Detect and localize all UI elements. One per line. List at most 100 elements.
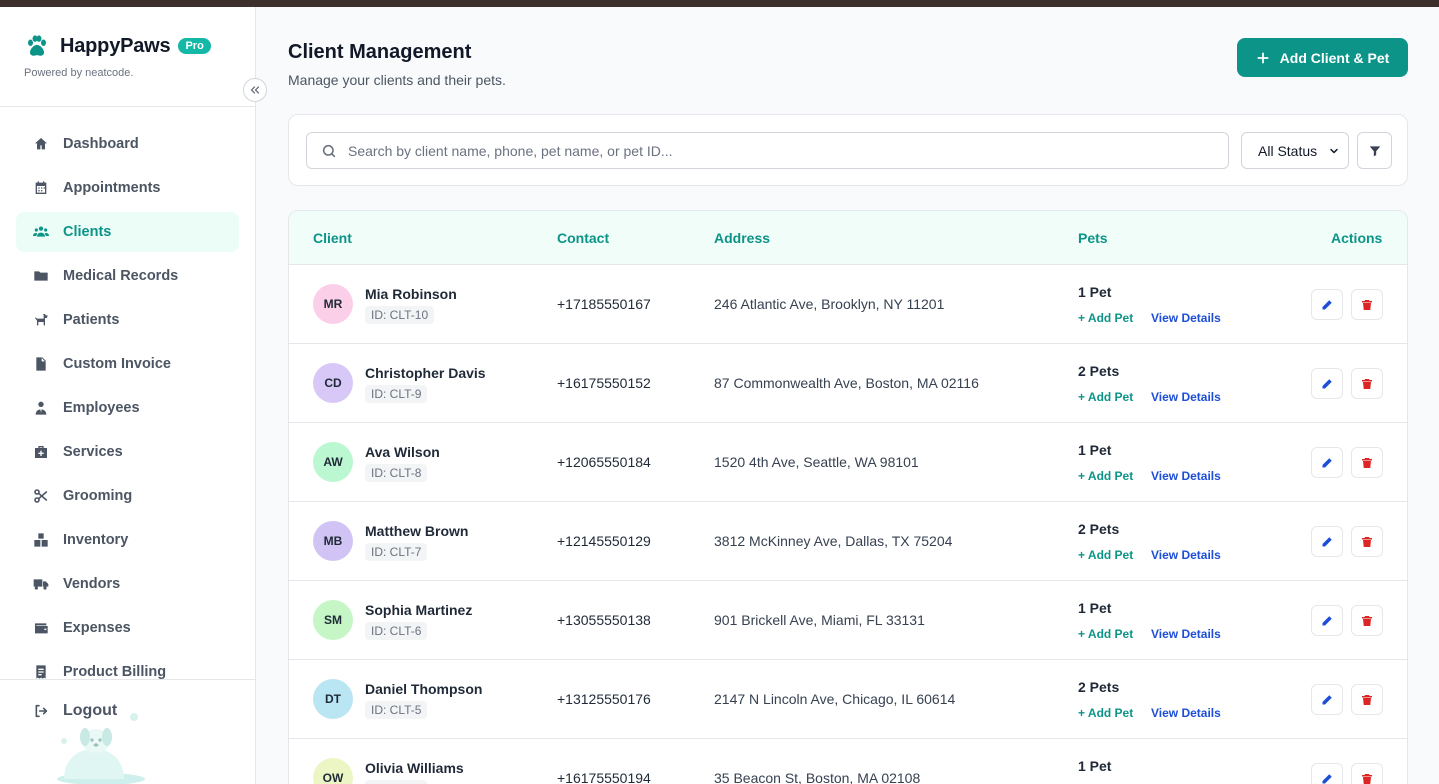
pet-count: 1 Pet xyxy=(1078,284,1112,300)
user-tie-icon xyxy=(33,400,49,416)
client-id-badge: ID: CLT-7 xyxy=(365,543,428,561)
edit-client-button[interactable] xyxy=(1311,368,1343,399)
client-address: 35 Beacon St, Boston, MA 02108 xyxy=(714,770,921,784)
home-icon xyxy=(33,136,49,152)
client-name: Olivia Williams xyxy=(365,760,464,776)
collapse-sidebar-button[interactable] xyxy=(243,78,267,102)
sidebar-item-custom-invoice[interactable]: Custom Invoice xyxy=(16,344,239,384)
truck-icon xyxy=(33,576,49,592)
column-header-address: Address xyxy=(714,230,771,246)
edit-client-button[interactable] xyxy=(1311,526,1343,557)
client-address: 901 Brickell Ave, Miami, FL 33131 xyxy=(714,612,925,628)
pencil-icon xyxy=(1322,694,1332,704)
sidebar-item-services[interactable]: Services xyxy=(16,432,239,472)
client-phone: +12145550129 xyxy=(557,533,651,549)
table-row: AW Ava Wilson ID: CLT-8 +12065550184 1520 4t… xyxy=(289,423,1407,502)
column-header-contact: Contact xyxy=(557,230,610,246)
sidebar: HappyPaws Pro Powered by neatcode. Dashb… xyxy=(0,7,256,784)
avatar: OW xyxy=(313,758,353,784)
add-client-pet-button[interactable]: Add Client & Pet xyxy=(1237,38,1408,77)
table-body: MR Mia Robinson ID: CLT-10 +17185550167 246 … xyxy=(289,265,1407,784)
edit-client-button[interactable] xyxy=(1311,684,1343,715)
view-details-link[interactable]: View Details xyxy=(1151,706,1221,720)
status-filter-value: All Status xyxy=(1258,142,1318,159)
delete-client-button[interactable] xyxy=(1351,289,1383,320)
sidebar-item-employees[interactable]: Employees xyxy=(16,388,239,428)
add-pet-link[interactable]: + Add Pet xyxy=(1078,311,1133,325)
sidebar-item-appointments[interactable]: Appointments xyxy=(16,168,239,208)
avatar-initials: MR xyxy=(323,297,343,311)
client-phone: +16175550194 xyxy=(557,770,651,784)
client-id-badge: ID: CLT-4 xyxy=(365,780,428,784)
delete-client-button[interactable] xyxy=(1351,368,1383,399)
edit-client-button[interactable] xyxy=(1311,763,1343,784)
client-phone: +13055550138 xyxy=(557,612,651,628)
edit-client-button[interactable] xyxy=(1311,447,1343,478)
sidebar-item-vendors[interactable]: Vendors xyxy=(16,564,239,604)
client-name: Matthew Brown xyxy=(365,523,469,539)
search-filter-card: All Status xyxy=(288,114,1408,186)
sidebar-item-label: Medical Records xyxy=(63,268,179,284)
sidebar-item-patients[interactable]: Patients xyxy=(16,300,239,340)
add-client-pet-label: Add Client & Pet xyxy=(1279,49,1390,66)
folder-icon xyxy=(33,268,49,284)
pet-count: 2 Pets xyxy=(1078,363,1120,379)
file-invoice-icon xyxy=(33,356,49,372)
delete-client-button[interactable] xyxy=(1351,605,1383,636)
avatar: SM xyxy=(313,600,353,640)
sidebar-item-medical-records[interactable]: Medical Records xyxy=(16,256,239,296)
add-pet-link[interactable]: + Add Pet xyxy=(1078,627,1133,641)
view-details-link[interactable]: View Details xyxy=(1151,469,1221,483)
sidebar-item-grooming[interactable]: Grooming xyxy=(16,476,239,516)
briefcase-medical-icon xyxy=(33,444,49,460)
client-phone: +16175550152 xyxy=(557,375,651,391)
pencil-icon xyxy=(1322,773,1332,783)
sidebar-item-label: Vendors xyxy=(63,576,121,592)
view-details-link[interactable]: View Details xyxy=(1151,311,1221,325)
add-pet-link[interactable]: + Add Pet xyxy=(1078,469,1133,483)
view-details-link[interactable]: View Details xyxy=(1151,548,1221,562)
sidebar-item-clients[interactable]: Clients xyxy=(16,212,239,252)
trash-icon xyxy=(1362,694,1372,705)
add-pet-link[interactable]: + Add Pet xyxy=(1078,548,1133,562)
sidebar-item-dashboard[interactable]: Dashboard xyxy=(16,124,239,164)
sidebar-item-label: Dashboard xyxy=(63,136,139,152)
search-box[interactable] xyxy=(306,132,1229,169)
sidebar-item-label: Expenses xyxy=(63,620,131,636)
sidebar-item-inventory[interactable]: Inventory xyxy=(16,520,239,560)
page-subtitle: Manage your clients and their pets. xyxy=(288,72,506,88)
avatar: MR xyxy=(313,284,353,324)
sidebar-item-label: Grooming xyxy=(63,488,133,504)
delete-client-button[interactable] xyxy=(1351,763,1383,784)
sidebar-item-label: Clients xyxy=(63,224,112,240)
avatar: MB xyxy=(313,521,353,561)
search-input[interactable] xyxy=(348,142,1228,159)
add-pet-link[interactable]: + Add Pet xyxy=(1078,706,1133,720)
client-name: Sophia Martinez xyxy=(365,602,473,618)
delete-client-button[interactable] xyxy=(1351,526,1383,557)
view-details-link[interactable]: View Details xyxy=(1151,627,1221,641)
delete-client-button[interactable] xyxy=(1351,447,1383,478)
sidebar-item-product-billing[interactable]: Product Billing xyxy=(16,652,239,692)
sidebar-item-expenses[interactable]: Expenses xyxy=(16,608,239,648)
client-phone: +17185550167 xyxy=(557,296,651,312)
clients-table: Client Contact Address Pets Actions MR Mi… xyxy=(288,210,1408,784)
status-filter-select[interactable]: All Status xyxy=(1241,132,1349,169)
client-id-badge: ID: CLT-10 xyxy=(365,306,435,324)
avatar-initials: OW xyxy=(322,771,344,784)
delete-client-button[interactable] xyxy=(1351,684,1383,715)
search-icon xyxy=(322,144,336,157)
view-details-link[interactable]: View Details xyxy=(1151,390,1221,404)
brand[interactable]: HappyPaws Pro xyxy=(24,31,211,61)
edit-client-button[interactable] xyxy=(1311,605,1343,636)
client-address: 1520 4th Ave, Seattle, WA 98101 xyxy=(714,454,919,470)
avatar: CD xyxy=(313,363,353,403)
edit-client-button[interactable] xyxy=(1311,289,1343,320)
sidebar-item-label: Product Billing xyxy=(63,664,167,680)
dog-icon xyxy=(33,312,49,328)
client-id-badge: ID: CLT-6 xyxy=(365,622,428,640)
filter-button[interactable] xyxy=(1357,132,1392,169)
calendar-icon xyxy=(33,180,49,196)
add-pet-link[interactable]: + Add Pet xyxy=(1078,390,1133,404)
trash-icon xyxy=(1362,299,1372,310)
